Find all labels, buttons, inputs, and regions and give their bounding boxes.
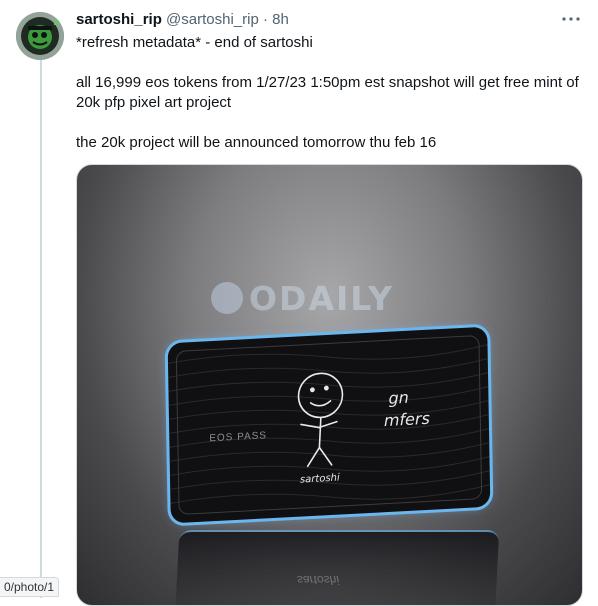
- header-separator: ·: [262, 11, 268, 28]
- watermark-text: ODAILY: [249, 279, 395, 318]
- author-name[interactable]: sartoshi_rip: [76, 11, 162, 28]
- stick-figure-drawing: gn mfers sartoshi: [297, 372, 430, 486]
- tweet-header: sartoshi_rip @sartoshi_rip · 8h: [76, 10, 586, 30]
- card-signature: sartoshi: [300, 472, 340, 485]
- author-avatar[interactable]: [16, 12, 64, 60]
- avatar-image: [16, 12, 64, 60]
- eos-pass-card: EOS PASS gn mfers sartoshi: [167, 326, 491, 524]
- card-text-gn: gn: [388, 388, 409, 408]
- more-dots-icon: [562, 17, 580, 21]
- status-url-badge: 0/photo/1: [0, 577, 60, 597]
- author-handle[interactable]: @sartoshi_rip: [166, 11, 259, 28]
- reflection-text: sartoshi: [297, 573, 340, 587]
- card-text-mfers: mfers: [384, 409, 430, 430]
- watermark-icon: [211, 281, 243, 314]
- tweet-paragraph: all 16,999 eos tokens from 1/27/23 1:50p…: [76, 74, 579, 111]
- tweet-paragraph: *refresh metadata* - end of sartoshi: [76, 34, 313, 51]
- tweet-timestamp[interactable]: 8h: [272, 11, 289, 28]
- watermark-logo: ODAILY: [211, 279, 394, 318]
- thread-connector-line: [40, 58, 42, 598]
- card-reflection: [174, 530, 500, 605]
- tweet-media-photo[interactable]: ODAILY EOS PASS gn mfers sartoshi sartos…: [76, 164, 583, 606]
- tweet-paragraph: the 20k project will be announced tomorr…: [76, 134, 437, 151]
- more-icon[interactable]: [562, 10, 580, 26]
